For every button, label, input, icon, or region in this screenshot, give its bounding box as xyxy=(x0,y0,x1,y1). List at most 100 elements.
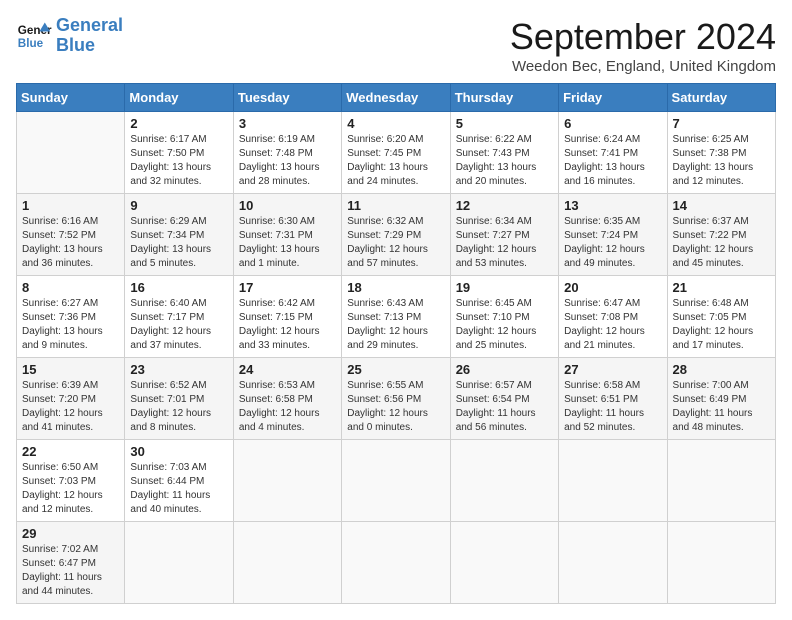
day-number: 26 xyxy=(456,362,553,377)
day-number: 3 xyxy=(239,116,336,131)
dow-friday: Friday xyxy=(559,84,667,112)
calendar-week-2: 8 Sunrise: 6:27 AM Sunset: 7:36 PM Daylig… xyxy=(17,276,776,358)
calendar-cell: 4 Sunrise: 6:20 AM Sunset: 7:45 PM Daylig… xyxy=(342,112,450,194)
day-info: Sunrise: 6:42 AM Sunset: 7:15 PM Dayligh… xyxy=(239,297,336,353)
svg-text:Blue: Blue xyxy=(18,37,44,50)
calendar-cell: 17 Sunrise: 6:42 AM Sunset: 7:15 PM Dayli… xyxy=(233,276,341,358)
calendar-cell xyxy=(450,440,558,522)
calendar-cell: 6Sunrise: 6:24 AM Sunset: 7:41 PM Daylig… xyxy=(559,112,667,194)
calendar-cell: 13Sunrise: 6:35 AM Sunset: 7:24 PM Dayli… xyxy=(559,194,667,276)
calendar-week-4: 22Sunrise: 6:50 AM Sunset: 7:03 PM Dayli… xyxy=(17,440,776,522)
calendar-cell: 7Sunrise: 6:25 AM Sunset: 7:38 PM Daylig… xyxy=(667,112,775,194)
day-number: 27 xyxy=(564,362,661,377)
calendar-cell: 29Sunrise: 7:02 AM Sunset: 6:47 PM Dayli… xyxy=(17,522,125,604)
day-info: Sunrise: 6:37 AM Sunset: 7:22 PM Dayligh… xyxy=(673,215,770,271)
day-info: Sunrise: 6:47 AM Sunset: 7:08 PM Dayligh… xyxy=(564,297,661,353)
calendar-cell: 11Sunrise: 6:32 AM Sunset: 7:29 PM Dayli… xyxy=(342,194,450,276)
day-info: Sunrise: 6:57 AM Sunset: 6:54 PM Dayligh… xyxy=(456,379,553,435)
calendar-cell xyxy=(667,440,775,522)
calendar-cell xyxy=(667,522,775,604)
day-number: 24 xyxy=(239,362,336,377)
calendar-cell xyxy=(125,522,233,604)
day-number: 7 xyxy=(673,116,770,131)
day-info: Sunrise: 6:34 AM Sunset: 7:27 PM Dayligh… xyxy=(456,215,553,271)
day-info: Sunrise: 6:40 AM Sunset: 7:17 PM Dayligh… xyxy=(130,297,227,353)
day-info: Sunrise: 6:29 AM Sunset: 7:34 PM Dayligh… xyxy=(130,215,227,271)
day-info: Sunrise: 6:22 AM Sunset: 7:43 PM Dayligh… xyxy=(456,133,553,189)
calendar-cell: 18 Sunrise: 6:43 AM Sunset: 7:13 PM Dayli… xyxy=(342,276,450,358)
day-number: 15 xyxy=(22,362,119,377)
calendar-cell: 19 Sunrise: 6:45 AM Sunset: 7:10 PM Dayli… xyxy=(450,276,558,358)
day-number: 19 xyxy=(456,280,553,295)
calendar-cell: 14 Sunrise: 6:37 AM Sunset: 7:22 PM Dayli… xyxy=(667,194,775,276)
day-info: Sunrise: 6:58 AM Sunset: 6:51 PM Dayligh… xyxy=(564,379,661,435)
dow-tuesday: Tuesday xyxy=(233,84,341,112)
day-info: Sunrise: 6:45 AM Sunset: 7:10 PM Dayligh… xyxy=(456,297,553,353)
calendar-cell: 28Sunrise: 7:00 AM Sunset: 6:49 PM Dayli… xyxy=(667,358,775,440)
calendar-cell: 16 Sunrise: 6:40 AM Sunset: 7:17 PM Dayli… xyxy=(125,276,233,358)
day-number: 5 xyxy=(456,116,553,131)
day-of-week-header: SundayMondayTuesdayWednesdayThursdayFrid… xyxy=(17,84,776,112)
day-info: Sunrise: 6:20 AM Sunset: 7:45 PM Dayligh… xyxy=(347,133,444,189)
calendar-cell: 21Sunrise: 6:48 AM Sunset: 7:05 PM Dayli… xyxy=(667,276,775,358)
calendar-cell xyxy=(342,440,450,522)
calendar-week-3: 15 Sunrise: 6:39 AM Sunset: 7:20 PM Dayli… xyxy=(17,358,776,440)
logo-blue: Blue xyxy=(56,35,95,55)
calendar-cell: 12Sunrise: 6:34 AM Sunset: 7:27 PM Dayli… xyxy=(450,194,558,276)
calendar-cell xyxy=(559,522,667,604)
day-info: Sunrise: 6:52 AM Sunset: 7:01 PM Dayligh… xyxy=(130,379,227,435)
day-info: Sunrise: 7:03 AM Sunset: 6:44 PM Dayligh… xyxy=(130,461,227,517)
calendar-cell xyxy=(233,440,341,522)
calendar-cell: 1Sunrise: 6:16 AM Sunset: 7:52 PM Daylig… xyxy=(17,194,125,276)
logo-icon: General Blue xyxy=(16,18,52,54)
calendar-cell: 3 Sunrise: 6:19 AM Sunset: 7:48 PM Daylig… xyxy=(233,112,341,194)
dow-thursday: Thursday xyxy=(450,84,558,112)
calendar-cell: 9 Sunrise: 6:29 AM Sunset: 7:34 PM Daylig… xyxy=(125,194,233,276)
logo: General Blue General Blue xyxy=(16,16,123,56)
day-info: Sunrise: 7:02 AM Sunset: 6:47 PM Dayligh… xyxy=(22,543,119,599)
day-number: 28 xyxy=(673,362,770,377)
calendar-cell: 20 Sunrise: 6:47 AM Sunset: 7:08 PM Dayli… xyxy=(559,276,667,358)
calendar-body: 2Sunrise: 6:17 AM Sunset: 7:50 PM Daylig… xyxy=(17,112,776,604)
day-number: 20 xyxy=(564,280,661,295)
day-number: 13 xyxy=(564,198,661,213)
dow-monday: Monday xyxy=(125,84,233,112)
day-number: 22 xyxy=(22,444,119,459)
day-number: 18 xyxy=(347,280,444,295)
calendar-cell: 2Sunrise: 6:17 AM Sunset: 7:50 PM Daylig… xyxy=(125,112,233,194)
day-number: 2 xyxy=(130,116,227,131)
calendar-cell xyxy=(342,522,450,604)
calendar-cell: 27 Sunrise: 6:58 AM Sunset: 6:51 PM Dayli… xyxy=(559,358,667,440)
day-number: 14 xyxy=(673,198,770,213)
day-number: 25 xyxy=(347,362,444,377)
day-info: Sunrise: 6:43 AM Sunset: 7:13 PM Dayligh… xyxy=(347,297,444,353)
calendar-cell: 30 Sunrise: 7:03 AM Sunset: 6:44 PM Dayli… xyxy=(125,440,233,522)
day-number: 6 xyxy=(564,116,661,131)
dow-sunday: Sunday xyxy=(17,84,125,112)
day-number: 9 xyxy=(130,198,227,213)
day-number: 11 xyxy=(347,198,444,213)
month-title: September 2024 xyxy=(510,16,776,58)
calendar-cell: 8 Sunrise: 6:27 AM Sunset: 7:36 PM Daylig… xyxy=(17,276,125,358)
calendar-week-5: 29Sunrise: 7:02 AM Sunset: 6:47 PM Dayli… xyxy=(17,522,776,604)
calendar-week-0: 2Sunrise: 6:17 AM Sunset: 7:50 PM Daylig… xyxy=(17,112,776,194)
logo-general: General xyxy=(56,15,123,35)
day-number: 4 xyxy=(347,116,444,131)
page-header: General Blue General Blue September 2024… xyxy=(16,16,776,75)
calendar-table: SundayMondayTuesdayWednesdayThursdayFrid… xyxy=(16,83,776,604)
day-number: 16 xyxy=(130,280,227,295)
calendar-cell: 24Sunrise: 6:53 AM Sunset: 6:58 PM Dayli… xyxy=(233,358,341,440)
dow-saturday: Saturday xyxy=(667,84,775,112)
calendar-cell: 5 Sunrise: 6:22 AM Sunset: 7:43 PM Daylig… xyxy=(450,112,558,194)
day-number: 17 xyxy=(239,280,336,295)
day-info: Sunrise: 6:55 AM Sunset: 6:56 PM Dayligh… xyxy=(347,379,444,435)
day-number: 8 xyxy=(22,280,119,295)
calendar-cell: 10Sunrise: 6:30 AM Sunset: 7:31 PM Dayli… xyxy=(233,194,341,276)
day-number: 30 xyxy=(130,444,227,459)
day-info: Sunrise: 6:39 AM Sunset: 7:20 PM Dayligh… xyxy=(22,379,119,435)
day-number: 23 xyxy=(130,362,227,377)
day-info: Sunrise: 6:19 AM Sunset: 7:48 PM Dayligh… xyxy=(239,133,336,189)
calendar-cell xyxy=(559,440,667,522)
day-info: Sunrise: 6:27 AM Sunset: 7:36 PM Dayligh… xyxy=(22,297,119,353)
day-info: Sunrise: 6:16 AM Sunset: 7:52 PM Dayligh… xyxy=(22,215,119,271)
